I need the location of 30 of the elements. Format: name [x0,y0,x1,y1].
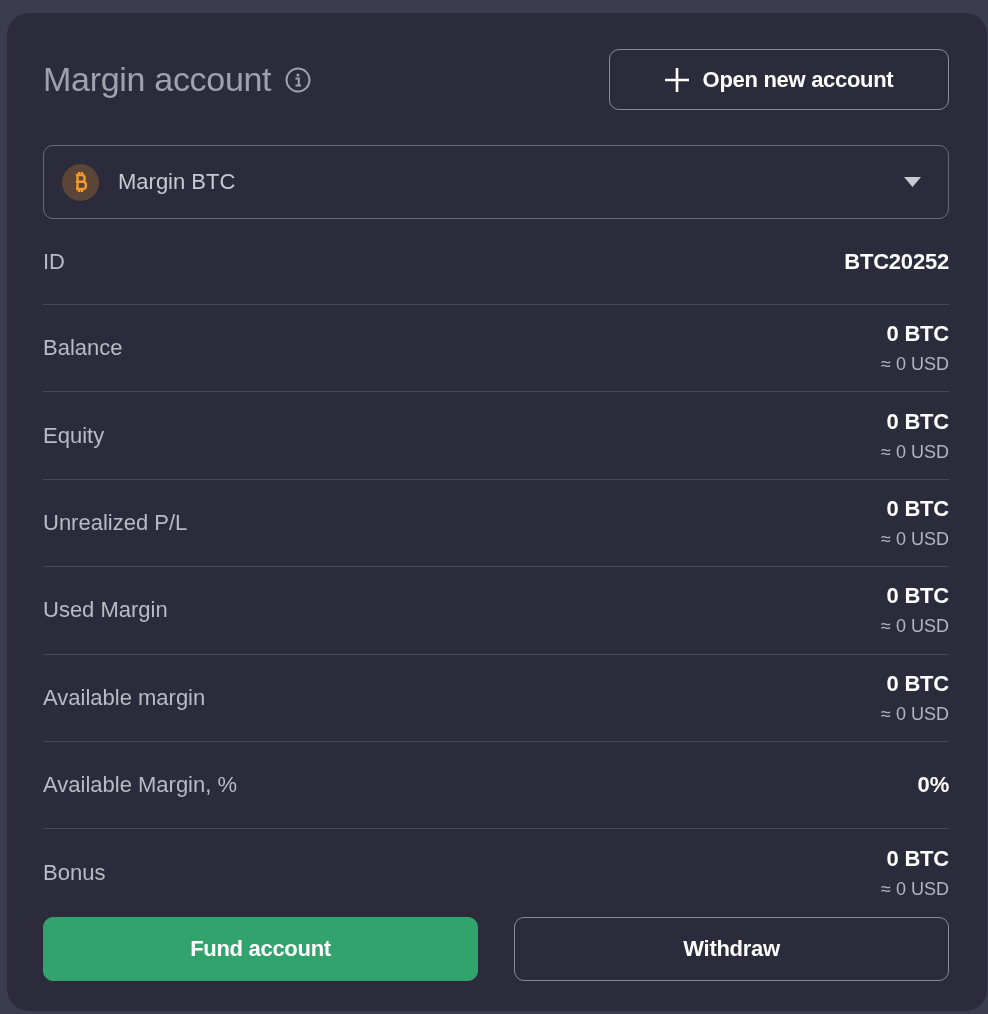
detail-value: BTC20252 [844,248,949,275]
usd-equivalent: ≈ 0 USD [881,879,949,901]
usd-equivalent: ≈ 0 USD [881,441,949,463]
detail-label: Bonus [43,860,106,887]
caret-icon [904,177,921,187]
usd-equivalent: ≈ 0 USD [881,703,949,725]
detail-label: Available margin [43,684,206,711]
usd-equivalent: ≈ 0 USD [881,616,949,638]
detail-label: Equity [43,422,105,449]
detail-value: 0 BTC [886,846,949,873]
info-icon[interactable] [285,66,312,93]
usd-equivalent: ≈ 0 USD [881,354,949,376]
detail-value: 0 BTC [886,408,949,435]
usd-equivalent: ≈ 0 USD [881,528,949,550]
detail-value: 0% [917,772,949,799]
panel-title: Margin account [43,60,272,99]
account-dropdown[interactable]: Margin BTC [43,145,949,219]
detail-label: Used Margin [43,597,168,624]
detail-value: 0 BTC [886,321,949,348]
detail-label: ID [43,248,65,275]
open-new-account-button[interactable]: Open new account [609,49,949,110]
coin-icon [62,163,99,201]
withdraw-button[interactable]: Withdraw [514,916,949,981]
detail-label: Available Margin, % [43,772,238,799]
detail-label: Balance [43,335,123,362]
detail-value: 0 BTC [886,670,949,697]
detail-value: 0 BTC [886,583,949,610]
plus-icon [664,67,689,92]
detail-label: Unrealized P/L [43,509,188,536]
detail-value: 0 BTC [886,495,949,522]
